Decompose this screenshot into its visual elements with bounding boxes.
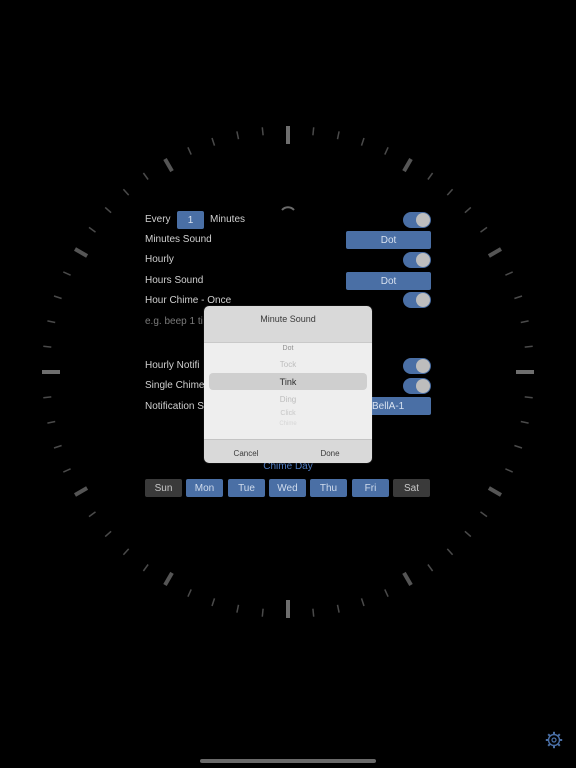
picker-item[interactable]: Chime — [204, 421, 372, 427]
dial-minute-tick — [384, 589, 389, 598]
hourly-toggle[interactable] — [403, 252, 431, 268]
day-button-sun[interactable]: Sun — [145, 479, 182, 497]
divider — [204, 439, 372, 440]
toggle-knob — [416, 253, 430, 267]
dial-minute-tick — [505, 271, 514, 276]
hours-sound-button[interactable]: Dot — [346, 272, 431, 290]
dial-minute-tick — [187, 146, 192, 155]
dial-minute-tick — [524, 345, 533, 348]
picker-item-selected[interactable]: Tink — [204, 377, 372, 387]
dial-hour-tick — [402, 157, 413, 173]
day-button-sat[interactable]: Sat — [393, 479, 430, 497]
hourly-notification-toggle[interactable] — [403, 358, 431, 374]
minute-sound-picker-dialog: Minute Sound Dot Tock Tink Ding Click Ch… — [204, 306, 372, 463]
dial-minute-tick — [142, 172, 149, 180]
dial-minute-tick — [236, 131, 240, 140]
dial-minute-tick — [384, 146, 389, 155]
minutes-label: Minutes — [210, 214, 246, 225]
dial-minute-tick — [514, 295, 523, 300]
dial-minute-tick — [312, 608, 315, 617]
dial-minute-tick — [514, 444, 523, 449]
minutes-toggle[interactable] — [403, 212, 431, 228]
hint-text: e.g. beep 1 ti — [145, 316, 203, 327]
day-button-wed[interactable]: Wed — [269, 479, 306, 497]
picker-item[interactable]: Tock — [204, 360, 372, 369]
dial-minute-tick — [464, 530, 472, 538]
hourly-notification-label: Hourly Notifi — [145, 360, 200, 371]
dial-center-arc — [281, 206, 295, 211]
dial-minute-tick — [88, 511, 96, 518]
sound-picker-wheel[interactable]: Dot Tock Tink Ding Click Chime — [204, 343, 372, 439]
notification-sound-label: Notification S — [145, 401, 204, 412]
dial-minute-tick — [122, 548, 130, 556]
dial-minute-tick — [520, 320, 529, 324]
dial-minute-tick — [122, 188, 130, 196]
dial-hour-tick — [487, 486, 503, 497]
dial-minute-tick — [261, 608, 264, 617]
hours-sound-label: Hours Sound — [145, 275, 204, 286]
dial-minute-tick — [446, 188, 454, 196]
hour-chime-once-toggle[interactable] — [403, 292, 431, 308]
home-indicator — [200, 759, 376, 763]
dial-minute-tick — [446, 548, 454, 556]
day-button-thu[interactable]: Thu — [310, 479, 347, 497]
dial-minute-tick — [53, 444, 62, 449]
dial-minute-tick — [480, 226, 488, 233]
dial-minute-tick — [47, 320, 56, 324]
dial-minute-tick — [336, 604, 340, 613]
dial-minute-tick — [211, 137, 216, 146]
dial-minute-tick — [427, 564, 434, 572]
dial-minute-tick — [464, 206, 472, 214]
day-button-mon[interactable]: Mon — [186, 479, 223, 497]
day-button-fri[interactable]: Fri — [352, 479, 389, 497]
gear-icon[interactable] — [545, 731, 563, 749]
dial-minute-tick — [142, 564, 149, 572]
dial-minute-tick — [524, 396, 533, 399]
minutes-sound-button[interactable]: Dot — [346, 231, 431, 249]
dial-minute-tick — [360, 137, 365, 146]
dial-minute-tick — [480, 511, 488, 518]
dial-hour-tick — [487, 247, 503, 258]
picker-item[interactable]: Dot — [204, 345, 372, 352]
every-interval-field[interactable]: 1 — [177, 211, 204, 229]
hourly-label: Hourly — [145, 254, 174, 265]
dial-hour-tick — [163, 157, 174, 173]
dial-minute-tick — [336, 131, 340, 140]
toggle-knob — [416, 293, 430, 307]
dial-minute-tick — [43, 396, 52, 399]
dial-minute-tick — [427, 172, 434, 180]
toggle-knob — [416, 213, 430, 227]
every-label: Every — [145, 214, 171, 225]
dial-minute-tick — [53, 295, 62, 300]
dial-minute-tick — [62, 271, 71, 276]
minutes-sound-label: Minutes Sound — [145, 234, 212, 245]
dial-hour-tick — [73, 486, 89, 497]
dial-hour-tick — [163, 571, 174, 587]
dial-minute-tick — [520, 420, 529, 424]
dial-minute-tick — [104, 206, 112, 214]
day-button-tue[interactable]: Tue — [228, 479, 265, 497]
dial-minute-tick — [88, 226, 96, 233]
dial-minute-tick — [312, 127, 315, 136]
dial-minute-tick — [43, 345, 52, 348]
picker-title: Minute Sound — [260, 314, 316, 324]
picker-item[interactable]: Ding — [204, 395, 372, 404]
dial-minute-tick — [104, 530, 112, 538]
toggle-knob — [416, 379, 430, 393]
dial-minute-tick — [261, 127, 264, 136]
done-button[interactable]: Done — [288, 443, 372, 463]
single-chime-toggle[interactable] — [403, 378, 431, 394]
single-chime-label: Single Chime — [145, 380, 205, 391]
dial-minute-tick — [236, 604, 240, 613]
dial-minute-tick — [47, 420, 56, 424]
dial-minute-tick — [187, 589, 192, 598]
toggle-knob — [416, 359, 430, 373]
dial-hour-tick — [402, 571, 413, 587]
dial-minute-tick — [211, 598, 216, 607]
dial-minute-tick — [360, 598, 365, 607]
picker-item[interactable]: Click — [204, 410, 372, 417]
hour-chime-once-label: Hour Chime - Once — [145, 295, 232, 306]
cancel-button[interactable]: Cancel — [204, 443, 288, 463]
dial-hour-tick — [73, 247, 89, 258]
